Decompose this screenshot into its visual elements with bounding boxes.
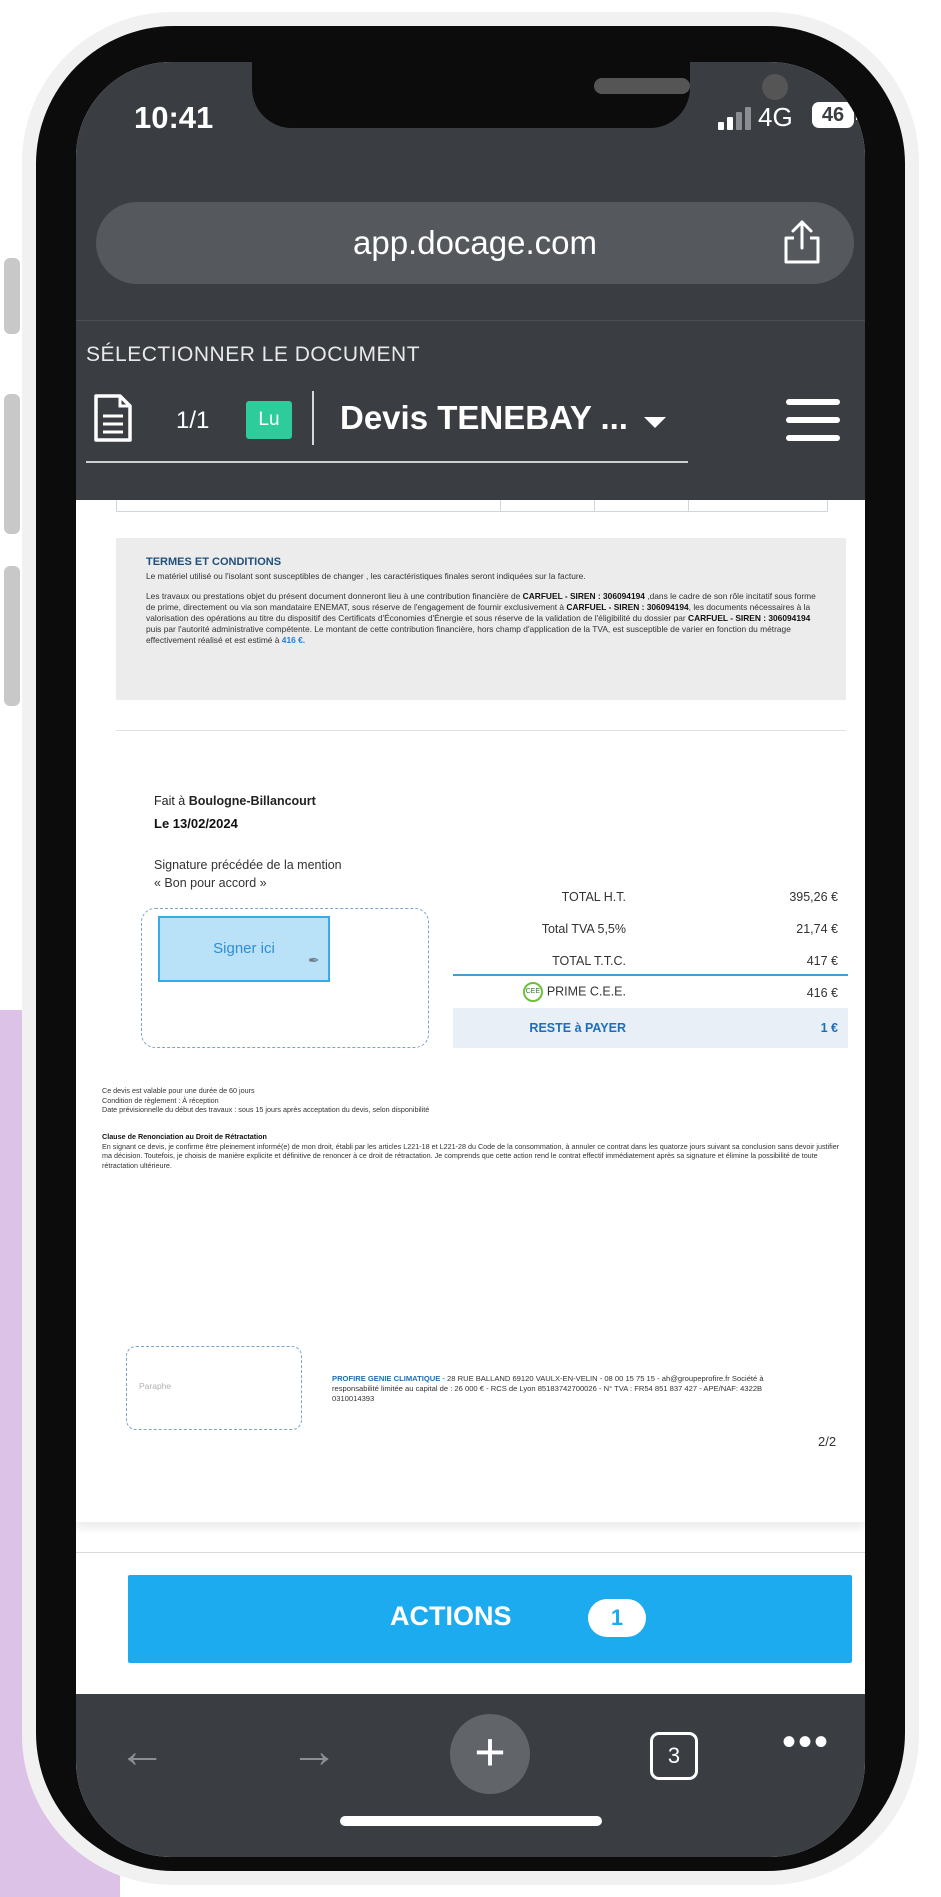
read-status-badge: Lu: [246, 401, 292, 439]
terms-section: TERMES ET CONDITIONS Le matériel utilisé…: [116, 538, 846, 700]
volume-mute-button: [4, 258, 20, 334]
terms-line: Le matériel utilisé ou l'isolant sont su…: [146, 571, 586, 581]
url-text: app.docage.com: [352, 224, 597, 261]
total-tva-row: Total TVA 5,5% 21,74 €: [541, 922, 838, 936]
sign-here-button[interactable]: Signer ici: [158, 916, 330, 982]
page-number: 2/2: [818, 1434, 837, 1449]
home-indicator: [340, 1816, 602, 1826]
status-time: 10:41: [134, 100, 214, 135]
signature-mention: Signature précédée de la mention « Bon p…: [154, 858, 342, 890]
document-header: SÉLECTIONNER LE DOCUMENT 1/1 Lu Devis TE…: [76, 320, 865, 500]
page: 10:41 4G 46 app.docage.com SÉLECTIONNER …: [0, 0, 941, 1897]
initials-box[interactable]: Paraphe: [126, 1346, 302, 1430]
document-selector[interactable]: Devis TENEBAY ...: [340, 399, 628, 437]
cee-logo-icon: CEE: [522, 982, 543, 1002]
document-viewer[interactable]: TERMES ET CONDITIONS Le matériel utilisé…: [76, 500, 865, 1602]
divider: [116, 730, 846, 731]
signal-icon: [718, 106, 752, 130]
volume-up-button: [4, 394, 20, 534]
new-tab-icon[interactable]: +: [450, 1714, 530, 1794]
battery-tip: [856, 110, 860, 120]
document-icon: [94, 394, 132, 442]
camera: [762, 74, 788, 100]
prime-cee-row: CEE PRIME C.E.E. 416 €: [453, 976, 848, 1008]
actions-count-badge: 1: [588, 1599, 646, 1637]
select-document-label: SÉLECTIONNER LE DOCUMENT: [86, 343, 421, 366]
back-arrow-icon[interactable]: ←: [118, 1724, 166, 1779]
actions-label: ACTIONS: [390, 1601, 512, 1631]
signing-place: Fait à Boulogne-Billancourt: [154, 794, 316, 808]
pen-icon: ✒: [308, 952, 320, 968]
total-ht-row: TOTAL H.T. 395,26 €: [561, 890, 838, 904]
network-type: 4G: [758, 102, 793, 132]
chevron-down-icon[interactable]: [644, 417, 666, 428]
selector-underline: [86, 461, 688, 463]
header-separator: [312, 391, 314, 445]
page-bottom-edge: [76, 1512, 865, 1522]
volume-down-button: [4, 566, 20, 706]
tabs-count-icon[interactable]: 3: [650, 1732, 698, 1780]
status-bar: 10:41 4G 46: [76, 62, 865, 168]
page-count: 1/1: [176, 407, 210, 434]
address-bar[interactable]: app.docage.com: [96, 202, 854, 284]
total-ttc-row: TOTAL T.T.C. 417 €: [453, 944, 848, 976]
browser-address-area: app.docage.com: [76, 168, 865, 320]
validity-info: Ce devis est valable pour une durée de 6…: [102, 1086, 430, 1114]
forward-arrow-icon[interactable]: →: [290, 1724, 338, 1779]
actions-button[interactable]: ACTIONS 1: [128, 1575, 852, 1663]
share-icon[interactable]: [780, 218, 824, 266]
actions-bar: ACTIONS 1: [76, 1552, 865, 1694]
menu-icon[interactable]: [786, 399, 840, 441]
table-bottom-edge: [116, 500, 828, 512]
terms-title: TERMES ET CONDITIONS: [146, 556, 282, 568]
terms-paragraph: Les travaux ou prestations objet du prés…: [146, 591, 816, 645]
notch: [252, 62, 788, 128]
company-footer: PROFIRE GENIE CLIMATIQUE - 28 RUE BALLAN…: [332, 1374, 764, 1403]
signing-date: Le 13/02/2024: [154, 816, 238, 831]
withdrawal-clause: Clause de Renonciation au Droit de Rétra…: [102, 1132, 840, 1170]
more-options-icon[interactable]: •••: [782, 1720, 830, 1765]
speaker: [594, 78, 690, 94]
totals-table: TOTAL H.T. 395,26 € Total TVA 5,5% 21,74 €…: [453, 880, 848, 1048]
battery-icon: 46: [812, 102, 854, 128]
remaining-to-pay-row: RESTE à PAYER 1 €: [453, 1008, 848, 1048]
browser-toolbar: ← → + 3 •••: [76, 1694, 865, 1857]
phone-screen: 10:41 4G 46 app.docage.com SÉLECTIONNER …: [76, 62, 865, 1857]
